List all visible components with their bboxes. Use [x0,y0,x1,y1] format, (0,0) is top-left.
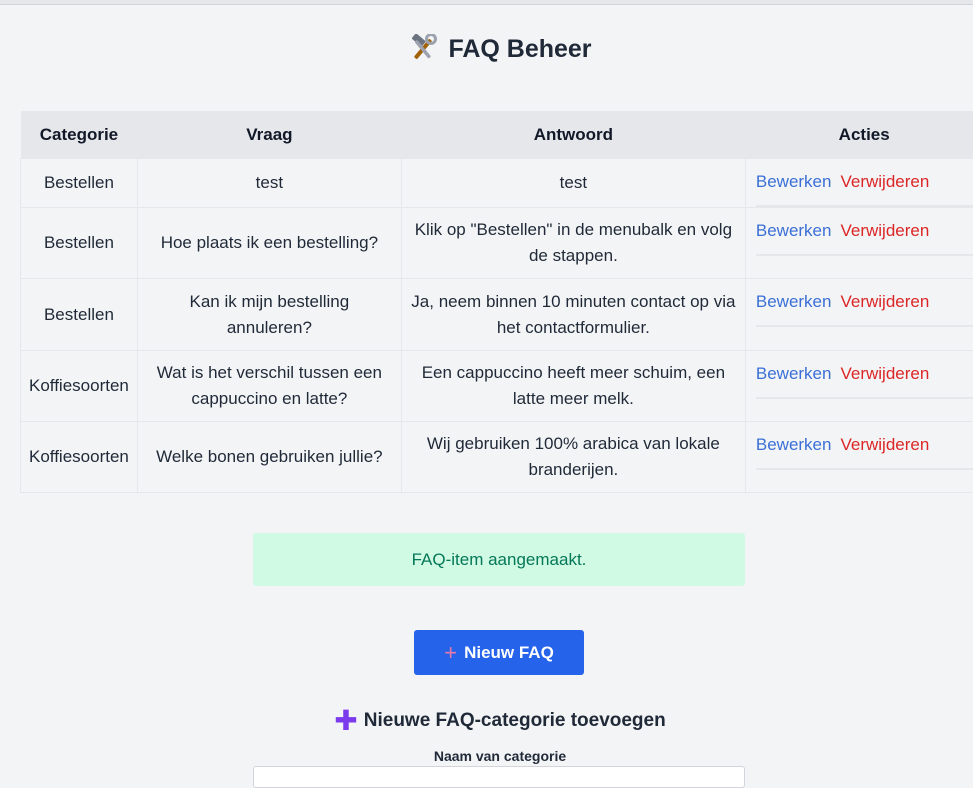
delete-link[interactable]: Verwijderen [840,432,929,458]
cell-question: Kan ik mijn bestelling annuleren? [137,279,401,351]
cell-category: Bestellen [21,159,138,208]
cell-answer: Wij gebruiken 100% arabica van lokale br… [401,422,745,493]
edit-link[interactable]: Bewerken [756,289,832,315]
actions-group: Bewerken Verwijderen [756,351,973,399]
delete-link[interactable]: Verwijderen [840,218,929,244]
cell-question: Hoe plaats ik een bestelling? [137,208,401,279]
column-header-question: Vraag [137,111,401,159]
cell-actions: Bewerken Verwijderen [745,159,973,208]
column-header-answer: Antwoord [401,111,745,159]
edit-link[interactable]: Bewerken [756,169,832,195]
table-row: Koffiesoorten Wat is het verschil tussen… [21,351,973,422]
cell-answer: Klik op "Bestellen" in de menubalk en vo… [401,208,745,279]
success-alert: FAQ-item aangemaakt. [253,533,745,586]
cell-actions: Bewerken Verwijderen [745,279,973,351]
cell-actions: Bewerken Verwijderen [745,351,973,422]
cell-question: Welke bonen gebruiken jullie? [137,422,401,493]
page-title: FAQ Beheer [0,34,973,64]
table-row: Bestellen Hoe plaats ik een bestelling? … [21,208,973,279]
category-name-input[interactable] [253,766,745,788]
plus-icon: + [444,640,457,666]
cell-actions: Bewerken Verwijderen [745,208,973,279]
table-row: Bestellen Kan ik mijn bestelling annuler… [21,279,973,351]
category-form-title-text: Nieuwe FAQ-categorie toevoegen [364,710,666,731]
new-faq-label: Nieuw FAQ [464,643,554,663]
cell-answer: Ja, neem binnen 10 minuten contact op vi… [401,279,745,351]
cell-category: Bestellen [21,208,138,279]
page-title-text: FAQ Beheer [448,35,591,63]
column-header-actions: Acties [745,111,973,159]
actions-group: Bewerken Verwijderen [756,208,973,256]
cell-question: Wat is het verschil tussen een cappuccin… [137,351,401,422]
table-row: Koffiesoorten Welke bonen gebruiken jull… [21,422,973,493]
delete-link[interactable]: Verwijderen [840,361,929,387]
column-header-category: Categorie [21,111,138,159]
new-faq-button[interactable]: + Nieuw FAQ [414,630,584,675]
category-name-label: Naam van categorie [0,748,973,764]
cell-answer: test [401,159,745,208]
edit-link[interactable]: Bewerken [756,432,832,458]
alert-message: FAQ-item aangemaakt. [412,550,587,570]
top-border [0,0,973,5]
cell-category: Bestellen [21,279,138,351]
edit-link[interactable]: Bewerken [756,218,832,244]
hammer-and-wrench-icon [408,34,438,62]
cell-question: test [137,159,401,208]
table-header-row: Categorie Vraag Antwoord Acties [21,111,973,159]
cell-actions: Bewerken Verwijderen [745,422,973,493]
delete-link[interactable]: Verwijderen [840,289,929,315]
faq-table: Categorie Vraag Antwoord Acties Bestelle… [20,111,973,493]
table-row: Bestellen test test Bewerken Verwijderen [21,159,973,208]
cell-answer: Een cappuccino heeft meer schuim, een la… [401,351,745,422]
cell-category: Koffiesoorten [21,422,138,493]
plus-icon: ✚ [334,705,357,736]
category-form-title: ✚ Nieuwe FAQ-categorie toevoegen [0,704,973,737]
cell-category: Koffiesoorten [21,351,138,422]
edit-link[interactable]: Bewerken [756,361,832,387]
actions-group: Bewerken Verwijderen [756,159,973,207]
actions-group: Bewerken Verwijderen [756,422,973,470]
delete-link[interactable]: Verwijderen [840,169,929,195]
actions-group: Bewerken Verwijderen [756,279,973,327]
